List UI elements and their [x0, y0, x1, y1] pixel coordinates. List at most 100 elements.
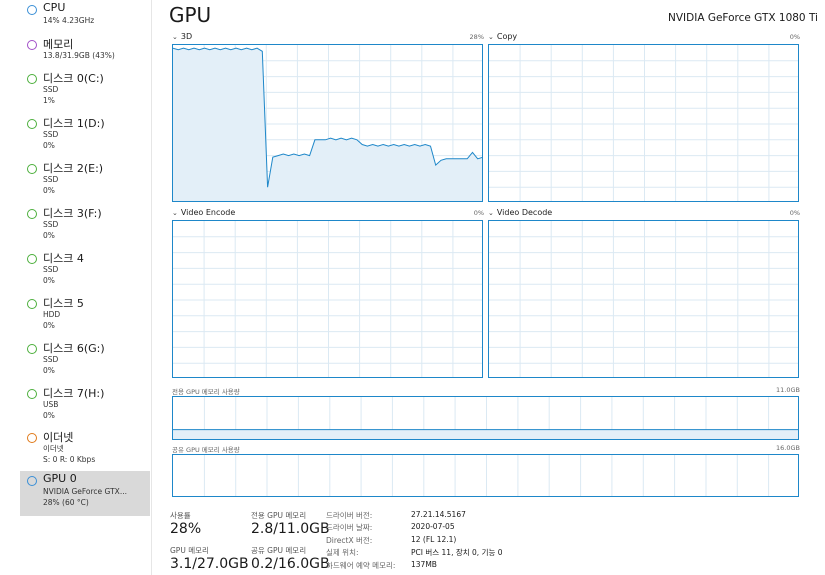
dedicated-mem-fill [173, 429, 798, 439]
sidebar-item-type: SSD [43, 355, 59, 364]
sidebar-item-name: CPU [43, 1, 66, 14]
status-circle-icon [27, 389, 37, 399]
shared-mem-stat-label: 공유 GPU 메모리 [251, 546, 307, 555]
sidebar-item-usage: 0% [43, 141, 55, 150]
sidebar-item-name: 디스크 6(G:) [43, 342, 105, 355]
sidebar: CPU 14% 4.23GHz 메모리 13.8/31.9GB (43%) 디스… [0, 0, 152, 575]
graph-percent: 28% [469, 33, 484, 41]
engine-selector-copy[interactable]: ⌄ Copy [488, 32, 517, 41]
graph-label: 3D [180, 32, 193, 41]
sidebar-item-disk7[interactable]: 디스크 7(H:) USB 0% [20, 384, 150, 429]
sidebar-item-name: 디스크 0(C:) [43, 72, 104, 85]
sidebar-item-name: 디스크 1(D:) [43, 117, 105, 130]
sidebar-item-usage: 0% [43, 321, 55, 330]
sidebar-item-name: 디스크 5 [43, 297, 84, 310]
utilization-value: 28% [170, 521, 202, 537]
sidebar-item-usage: 0% [43, 276, 55, 285]
sidebar-item-disk0[interactable]: 디스크 0(C:) SSD 1% [20, 69, 150, 114]
sidebar-item-disk6[interactable]: 디스크 6(G:) SSD 0% [20, 339, 150, 384]
graph-percent: 0% [473, 209, 484, 217]
sidebar-item-name: 디스크 3(F:) [43, 207, 102, 220]
status-circle-icon [27, 476, 37, 486]
sidebar-item-type: SSD [43, 85, 59, 94]
graph-3d-svg [173, 45, 482, 201]
sidebar-item-disk5[interactable]: 디스크 5 HDD 0% [20, 294, 150, 339]
detail-directx-value: 12 (FL 12.1) [411, 535, 457, 544]
engine-selector-3d[interactable]: ⌄ 3D [172, 32, 192, 41]
sidebar-item-usage: 0% [43, 411, 55, 420]
graph-label: Video Encode [180, 208, 236, 217]
sidebar-item-type: SSD [43, 175, 59, 184]
chevron-down-icon: ⌄ [172, 33, 178, 41]
graph-grid [489, 221, 798, 377]
sidebar-item-name: 디스크 7(H:) [43, 387, 105, 400]
sidebar-item-usage: 0% [43, 186, 55, 195]
detail-location-value: PCI 버스 11, 장치 0, 기능 0 [411, 548, 503, 557]
detail-driver-date-value: 2020-07-05 [411, 522, 455, 531]
detail-location-label: 실제 위치: [326, 548, 359, 557]
sidebar-item-gpu0[interactable]: GPU 0 NVIDIA GeForce GTX... 28% (60 °C) [20, 471, 150, 516]
status-circle-icon [27, 433, 37, 443]
sidebar-item-usage: 0% [43, 366, 55, 375]
graph-video-encode [172, 220, 483, 378]
chevron-down-icon: ⌄ [488, 33, 494, 41]
status-circle-icon [27, 164, 37, 174]
dedicated-mem-label: 전용 GPU 메모리 사용량 [172, 388, 240, 396]
sidebar-item-type: USB [43, 400, 59, 409]
graph-3d [172, 44, 483, 202]
sidebar-item-adapter: NVIDIA GeForce GTX... [43, 487, 127, 496]
status-circle-icon [27, 344, 37, 354]
graph-copy [488, 44, 799, 202]
sidebar-item-name: 메모리 [43, 38, 74, 51]
sidebar-item-throughput: S: 0 R: 0 Kbps [43, 455, 96, 464]
adapter-name: NVIDIA GeForce GTX 1080 Ti [668, 12, 818, 24]
gpu-mem-stat-value: 3.1/27.0GB [170, 556, 249, 572]
graph-dedicated-mem-svg [173, 397, 798, 439]
status-circle-icon [27, 5, 37, 15]
sidebar-item-name: 이더넷 [43, 431, 74, 444]
chevron-down-icon: ⌄ [488, 209, 494, 217]
status-circle-icon [27, 40, 37, 50]
detail-directx-label: DirectX 버전: [326, 536, 373, 545]
shared-mem-max: 16.0GB [776, 444, 800, 452]
graph-percent: 0% [789, 209, 800, 217]
dedicated-mem-max: 11.0GB [776, 386, 800, 394]
sidebar-item-type: SSD [43, 265, 59, 274]
sidebar-item-type: 이더넷 [43, 444, 64, 453]
graph-percent: 0% [789, 33, 800, 41]
sidebar-item-usage: 0% [43, 231, 55, 240]
graph-grid [489, 45, 798, 201]
status-circle-icon [27, 74, 37, 84]
engine-selector-video-encode[interactable]: ⌄ Video Encode [172, 208, 235, 217]
shared-mem-label: 공유 GPU 메모리 사용량 [172, 446, 240, 454]
sidebar-item-name: 디스크 4 [43, 252, 84, 265]
detail-driver-version-value: 27.21.14.5167 [411, 510, 466, 519]
sidebar-item-name: GPU 0 [43, 472, 77, 485]
sidebar-item-disk3[interactable]: 디스크 3(F:) SSD 0% [20, 204, 150, 249]
engine-selector-video-decode[interactable]: ⌄ Video Decode [488, 208, 552, 217]
sidebar-item-type: SSD [43, 220, 59, 229]
gpu-mem-stat-label: GPU 메모리 [170, 546, 209, 555]
sidebar-item-ethernet[interactable]: 이더넷 이더넷 S: 0 R: 0 Kbps [20, 428, 150, 473]
status-circle-icon [27, 254, 37, 264]
sidebar-item-disk1[interactable]: 디스크 1(D:) SSD 0% [20, 114, 150, 159]
sidebar-item-disk2[interactable]: 디스크 2(E:) SSD 0% [20, 159, 150, 204]
dedicated-mem-stat-value: 2.8/11.0GB [251, 521, 330, 537]
detail-reserved-mem-value: 137MB [411, 560, 437, 569]
sidebar-item-disk4[interactable]: 디스크 4 SSD 0% [20, 249, 150, 294]
status-circle-icon [27, 299, 37, 309]
status-circle-icon [27, 119, 37, 129]
graph-video-decode [488, 220, 799, 378]
shared-mem-stat-value: 0.2/16.0GB [251, 556, 330, 572]
graph-grid [173, 221, 482, 377]
graph-dedicated-mem [172, 396, 799, 440]
sidebar-item-type: SSD [43, 130, 59, 139]
sidebar-item-type: HDD [43, 310, 61, 319]
detail-driver-date-label: 드라이버 날짜: [326, 523, 373, 532]
detail-driver-version-label: 드라이버 버전: [326, 511, 373, 520]
sidebar-item-name: 디스크 2(E:) [43, 162, 104, 175]
status-circle-icon [27, 209, 37, 219]
sidebar-item-usage: 28% (60 °C) [43, 498, 89, 507]
dedicated-mem-stat-label: 전용 GPU 메모리 [251, 511, 307, 520]
page-title: GPU [169, 3, 212, 27]
